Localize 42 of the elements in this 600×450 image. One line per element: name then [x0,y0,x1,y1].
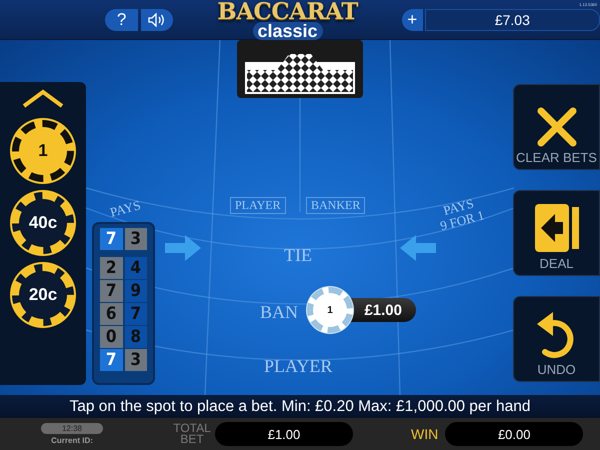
payout-text: PAYS 9 FOR 1 [438,194,486,234]
speaker-icon [148,12,166,26]
clock-label: 12:38 [41,423,103,434]
bet-chip: 1 [307,287,353,333]
arrow-right-icon [165,235,201,261]
score-cell: 4 [124,257,147,279]
total-bet-value: £1.00 [215,422,353,446]
score-cell: 3 [124,228,147,250]
current-id-label: Current ID: [51,436,93,445]
chip-button[interactable]: 1 [12,120,74,182]
clear-button[interactable]: CLEAR BETS [513,84,600,170]
payout-text: PAYS [108,198,142,220]
win-label: WIN [411,426,438,442]
total-bet-label: TOTAL BET [172,423,212,445]
score-cell: 0 [100,326,122,348]
help-button[interactable]: ? [105,8,138,30]
score-cell: 3 [124,349,147,371]
score-cell: 2 [100,257,122,279]
bet-instructions: Tap on the spot to place a bet. Min: £0.20 Max: £1,000.00 per hand [69,398,530,416]
add-funds-button[interactable]: + [402,8,423,30]
close-icon [536,106,578,148]
undo-button[interactable]: UNDO [513,296,600,382]
win-value: £0.00 [445,422,584,446]
score-cell: 7 [100,228,122,250]
score-cell: 6 [100,303,122,325]
logo-title: BACCARAT [217,0,358,24]
score-cell: 7 [100,280,122,302]
banker-label: BANKER [306,197,366,214]
deal-button[interactable]: DEAL [513,190,600,276]
card-arrow-icon [532,202,580,254]
score-cell: 8 [124,326,147,348]
arrow-left-icon [400,235,436,261]
score-cell: 7 [124,303,147,325]
logo-subtitle: classic [252,22,323,40]
sound-button[interactable] [140,8,174,30]
balance-display: £7.03 [424,8,600,30]
chip-button[interactable]: 40c [12,192,74,254]
scroll-up-icon[interactable] [21,88,65,110]
player-label: PLAYER [230,197,286,214]
score-cell: 9 [124,280,147,302]
chip-button[interactable]: 20c [12,264,74,326]
score-cell: 7 [100,349,122,371]
